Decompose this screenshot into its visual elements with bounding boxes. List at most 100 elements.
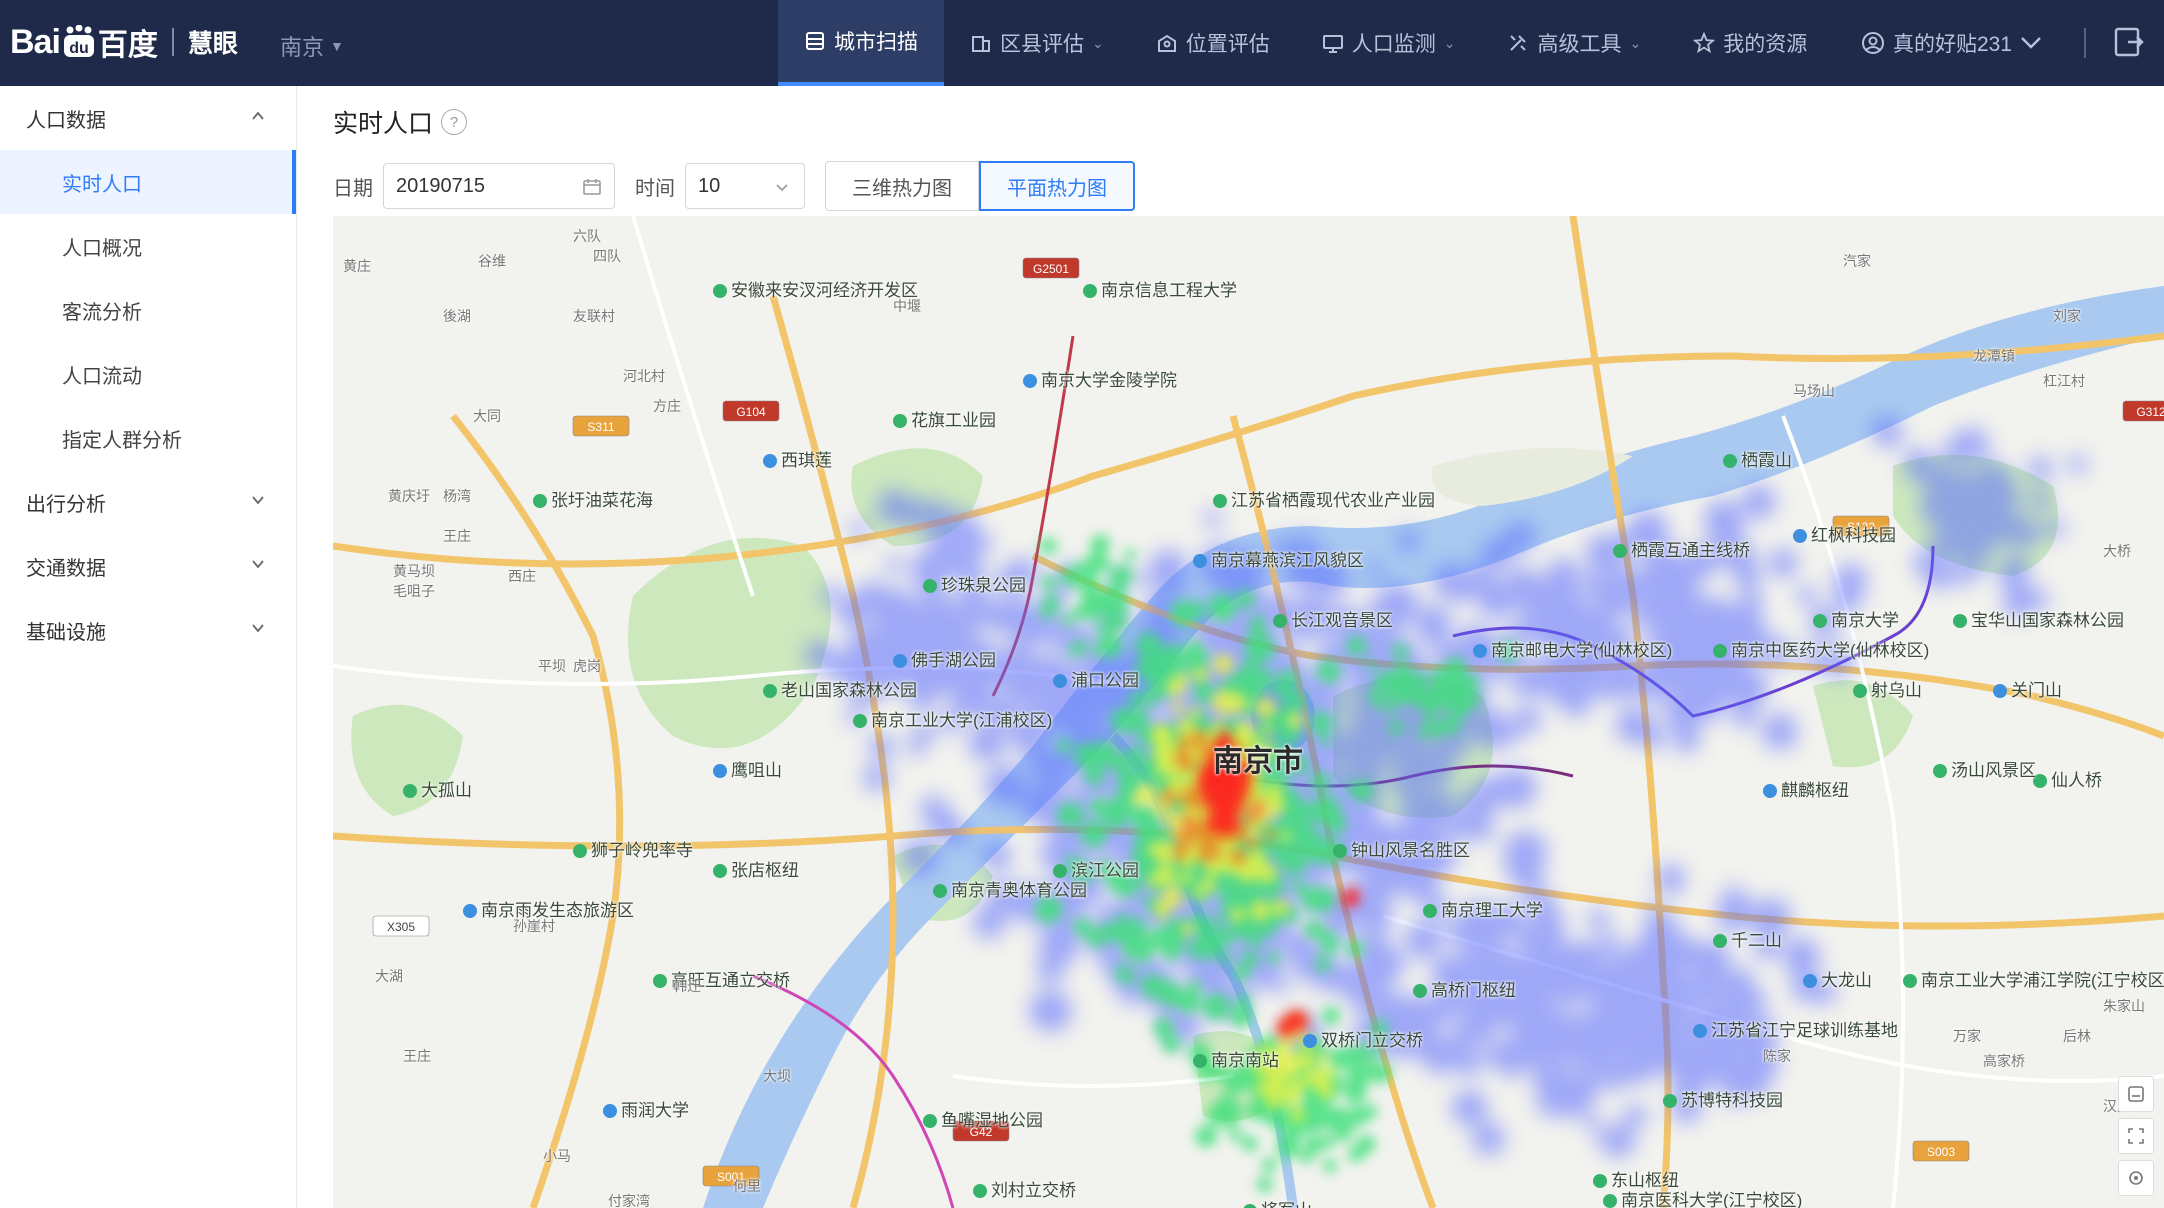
map-place-label[interactable]: 鹰咀山 (713, 756, 782, 781)
heat-blob (1108, 622, 1119, 633)
map-place-label[interactable]: 南京幕燕滨江风貌区 (1193, 546, 1364, 571)
sidebar-group-3[interactable]: 交通数据 (0, 534, 296, 598)
map-place-label[interactable]: 老山国家森林公园 (763, 676, 917, 701)
map-place-label[interactable]: 狮子岭兜率寺 (573, 836, 693, 861)
map-place-label[interactable]: 大龙山 (1803, 966, 1872, 991)
map-place-label[interactable]: 长江观音景区 (1273, 606, 1393, 631)
map-place-label[interactable]: 双桥门立交桥 (1303, 1026, 1423, 1051)
sidebar-group-4[interactable]: 基础设施 (0, 598, 296, 662)
heat-blob (2028, 488, 2051, 511)
sidebar-subitem-5[interactable]: 指定人群分析 (0, 406, 296, 470)
map-place-label[interactable]: 江苏省江宁足球训练基地 (1693, 1016, 1898, 1041)
map-place-label[interactable]: 珍珠泉公园 (923, 571, 1026, 596)
heat-blob (1162, 888, 1183, 909)
poi-marker-icon (1303, 1034, 1317, 1048)
map-place-label[interactable]: 仙人桥 (2033, 766, 2102, 791)
nav-item-1[interactable]: 城市扫描 (778, 0, 944, 86)
map-place-text: 珍珠泉公园 (941, 576, 1026, 595)
nav-item-2[interactable]: 区县评估 ⌄ (944, 0, 1130, 86)
sidebar-group-2[interactable]: 出行分析 (0, 470, 296, 534)
map-place-label[interactable]: 刘村立交桥 (973, 1176, 1076, 1201)
poi-marker-icon (1663, 1094, 1677, 1108)
map-minor-label: 大湖 (375, 968, 403, 984)
map-place-label[interactable]: 南京邮电大学(仙林校区) (1473, 636, 1672, 661)
map-place-label[interactable]: 南京大学 (1813, 606, 1899, 631)
map-place-label[interactable]: 鱼嘴湿地公园 (923, 1106, 1043, 1131)
user-menu[interactable]: 真的好贴231 (1861, 0, 2042, 86)
map-place-label[interactable]: 东山枢纽 (1593, 1166, 1679, 1191)
sidebar-subitem-3[interactable]: 客流分析 (0, 278, 296, 342)
map-minor-label: 小马 (543, 1148, 571, 1164)
poi-marker-icon (923, 1114, 937, 1128)
map-place-label[interactable]: 麒麟枢纽 (1763, 776, 1849, 801)
map-place-label[interactable]: 佛手湖公园 (893, 646, 996, 671)
map-place-label[interactable]: 西琪莲 (763, 446, 832, 471)
heat-blob (1717, 973, 1742, 998)
map-place-label[interactable]: 浦口公园 (1053, 666, 1139, 691)
heat-blob (1133, 571, 1150, 588)
heat-blob (1316, 659, 1341, 684)
map-place-label[interactable]: 栖霞互通主线桥 (1613, 536, 1750, 561)
sidebar-group-label: 出行分析 (26, 493, 106, 516)
map-place-label[interactable]: 宝华山国家森林公园 (1953, 606, 2124, 631)
map-place-label[interactable]: 高桥门枢纽 (1413, 976, 1516, 1001)
map-place-label[interactable]: 射乌山 (1853, 676, 1922, 701)
map-place-label[interactable]: 南京大学金陵学院 (1023, 366, 1177, 391)
map-place-label[interactable]: 南京中医药大学(仙林校区) (1713, 636, 1929, 661)
map-fullscreen-button[interactable] (2118, 1118, 2154, 1154)
map-place-label[interactable]: 张圩油菜花海 (533, 486, 653, 511)
sidebar-subitem-2[interactable]: 人口概况 (0, 214, 296, 278)
nav-item-4[interactable]: 人口监测 ⌄ (1296, 0, 1482, 86)
map-place-label[interactable]: 安徽来安汊河经济开发区 (713, 276, 918, 301)
heat-blob (1322, 1066, 1335, 1079)
heat-blob (1414, 605, 1452, 643)
map-place-label[interactable]: 钟山风景名胜区 (1333, 836, 1470, 861)
heat-blob (1572, 1066, 1602, 1097)
map-place-label[interactable]: 关门山 (1993, 676, 2062, 701)
heatmap-map[interactable]: G2501 G104 S311 S122 G312 X305 S001 S003 G42 南京市… (333, 216, 2164, 1208)
map-place-label[interactable]: 千二山 (1713, 926, 1782, 951)
sidebar-subitem-1[interactable]: 实时人口 (0, 150, 296, 214)
map-place-label[interactable]: 南京南站 (1193, 1046, 1279, 1071)
map-layers-button[interactable] (2118, 1076, 2154, 1112)
view-3d-button[interactable]: 三维热力图 (825, 161, 979, 211)
map-locate-button[interactable] (2118, 1160, 2154, 1196)
map-place-label[interactable]: 江苏省栖霞现代农业产业园 (1213, 486, 1435, 511)
baidu-logo[interactable]: Bai du 百度 慧眼 (10, 14, 238, 70)
sidebar-group-1[interactable]: 人口数据 (0, 86, 296, 150)
map-place-label[interactable]: 南京理工大学 (1423, 896, 1543, 921)
map-place-text: 长江观音景区 (1291, 611, 1393, 630)
logout-icon[interactable] (2110, 24, 2146, 60)
map-place-label[interactable]: 南京市 (1213, 736, 1303, 780)
nav-item-6[interactable]: 我的资源 (1667, 0, 1833, 86)
map-place-label[interactable]: 栖霞山 (1723, 446, 1792, 471)
map-place-label[interactable]: 大孤山 (403, 776, 472, 801)
time-select[interactable]: 10 (685, 163, 805, 209)
map-place-label[interactable]: 雨润大学 (603, 1096, 689, 1121)
map-place-label[interactable]: 南京信息工程大学 (1083, 276, 1237, 301)
map-place-label[interactable]: 南京工业大学浦江学院(江宁校区) (1903, 966, 2164, 991)
city-selector[interactable]: 南京 ▼ (280, 30, 344, 62)
nav-item-3[interactable]: 位置评估 (1130, 0, 1296, 86)
map-place-label[interactable]: 滨江公园 (1053, 856, 1139, 881)
poi-marker-icon (1333, 844, 1347, 858)
map-place-label[interactable]: 花旗工业园 (893, 406, 996, 431)
help-icon[interactable]: ? (441, 109, 468, 135)
map-place-text: 东山枢纽 (1611, 1171, 1679, 1190)
heat-blob (874, 607, 909, 641)
date-picker[interactable]: 20190715 (383, 163, 615, 209)
heat-blob (866, 638, 895, 667)
heat-blob (1508, 920, 1529, 940)
sidebar-subitem-4[interactable]: 人口流动 (0, 342, 296, 406)
map-place-label[interactable]: 汤山风景区 (1933, 756, 2036, 781)
view-flat-button[interactable]: 平面热力图 (979, 161, 1135, 211)
map-place-label[interactable]: 张店枢纽 (713, 856, 799, 881)
map-place-label[interactable]: 南京工业大学(江浦校区) (853, 706, 1052, 731)
tools-icon (1510, 35, 1527, 51)
map-place-label[interactable]: 红枫科技园 (1793, 521, 1896, 546)
map-minor-label: 后林 (2063, 1028, 2091, 1044)
nav-item-5[interactable]: 高级工具 ⌄ (1481, 0, 1667, 86)
map-place-label[interactable]: 苏博特科技园 (1663, 1086, 1783, 1111)
map-place-label[interactable]: 将军山 (1243, 1196, 1312, 1208)
heat-blob (1309, 711, 1334, 735)
